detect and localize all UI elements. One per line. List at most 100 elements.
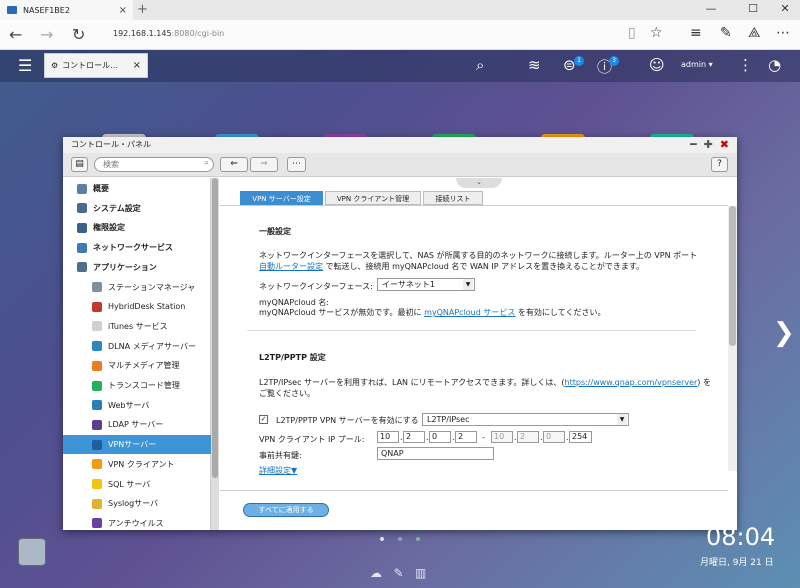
- options-icon[interactable]: ⋮: [738, 56, 753, 74]
- search-icon[interactable]: ⌕: [476, 56, 484, 74]
- all-apps-icon[interactable]: ⋯: [287, 157, 306, 172]
- myqnapcloud-service-link[interactable]: myQNAPcloud サービス: [424, 308, 515, 317]
- sidebar-item-icon: [77, 262, 87, 273]
- sidebar-toggle-icon[interactable]: ▤: [71, 157, 88, 172]
- next-page-arrow-icon[interactable]: ❯: [773, 318, 795, 348]
- sidebar-item[interactable]: Webサーバ: [63, 396, 211, 415]
- main-menu-icon[interactable]: ☰: [18, 56, 32, 75]
- maximize-button[interactable]: ☐: [738, 2, 768, 15]
- close-app-tab-icon[interactable]: ×: [133, 60, 141, 71]
- browser-tab[interactable]: NASEF1BE2 ×: [0, 0, 133, 20]
- sidebar-item[interactable]: VPNサーバー: [63, 435, 211, 455]
- notification-count-badge: 3: [609, 56, 619, 66]
- cloud-icon[interactable]: ☁: [370, 566, 382, 580]
- page-indicator-dot[interactable]: [416, 537, 420, 541]
- ip-pool-end-octet-4[interactable]: 254: [569, 431, 592, 443]
- sidebar-scrollbar[interactable]: [211, 178, 219, 530]
- collapse-toggle[interactable]: ⌄: [456, 178, 502, 188]
- ip-pool-start-octet-1[interactable]: 10: [377, 431, 399, 443]
- sidebar-item[interactable]: iTunes サービス: [63, 317, 211, 336]
- sidebar-item[interactable]: VPN クライアント: [63, 455, 211, 474]
- hub-icon[interactable]: ≡: [690, 25, 702, 41]
- dashboard-icon[interactable]: ◔: [768, 56, 781, 74]
- qnap-vpnserver-link[interactable]: https://www.qnap.com/vpnserver: [565, 378, 698, 387]
- page-indicator-dot[interactable]: [380, 537, 384, 541]
- apply-all-button[interactable]: すべてに適用する: [243, 503, 329, 517]
- book-icon[interactable]: ▥: [415, 566, 426, 580]
- user-menu[interactable]: admin ▾: [681, 60, 713, 69]
- tab-vpn-client-management[interactable]: VPN クライアント管理: [325, 191, 421, 205]
- sidebar-item-icon: [92, 518, 102, 529]
- minimize-window-icon[interactable]: ━: [690, 138, 697, 151]
- window-controls: ━ ✚ ✖: [690, 138, 729, 151]
- sidebar-item[interactable]: ネットワークサービス: [63, 238, 211, 257]
- close-tab-icon[interactable]: ×: [119, 5, 127, 16]
- sidebar-item-icon: [92, 498, 102, 509]
- sidebar-item-icon: [92, 439, 102, 450]
- content-scrollbar[interactable]: [728, 206, 737, 471]
- more-icon[interactable]: ⋯: [776, 25, 790, 41]
- nas-app-tab[interactable]: ⚙ コントロール… ×: [44, 53, 148, 78]
- sidebar-item[interactable]: アンチウイルス: [63, 514, 211, 533]
- close-window-icon[interactable]: ✖: [720, 138, 729, 151]
- sidebar-item-label: LDAP サーバー: [108, 420, 164, 430]
- back-icon[interactable]: ←: [9, 25, 22, 44]
- back-button[interactable]: ⇐: [220, 157, 248, 172]
- ip-pool-end-octet-2: 2: [517, 431, 539, 443]
- search-input[interactable]: 検索 ⌕: [94, 157, 214, 172]
- search-icon: ⌕: [204, 158, 209, 167]
- vpn-protocol-select[interactable]: L2TP/IPsec ▼: [422, 413, 629, 426]
- site-favicon-icon: [7, 6, 17, 14]
- help-button[interactable]: ?: [711, 157, 728, 172]
- sidebar-item[interactable]: 概要: [63, 179, 211, 198]
- web-note-icon[interactable]: ✎: [720, 25, 732, 41]
- auto-router-config-link[interactable]: 自動ルーター設定: [259, 262, 323, 271]
- forward-button[interactable]: ⇒: [250, 157, 278, 172]
- sidebar-item[interactable]: トランスコード管理: [63, 376, 211, 395]
- desktop-date: 月曜日, 9月 21 日: [700, 558, 774, 568]
- new-tab-button[interactable]: +: [137, 2, 148, 17]
- background-task-icon[interactable]: ≋: [528, 56, 541, 74]
- sidebar-item[interactable]: DLNA メディアサーバー: [63, 337, 211, 356]
- sidebar-item-label: Webサーバ: [108, 400, 150, 410]
- dock: ☁ ✎ ▥: [370, 566, 426, 580]
- share-icon[interactable]: ⟁: [748, 25, 761, 41]
- recycle-bin-icon[interactable]: [18, 538, 46, 566]
- minimize-button[interactable]: —: [696, 2, 726, 15]
- sidebar-item[interactable]: マルチメディア管理: [63, 356, 211, 375]
- sidebar-item-icon: [92, 380, 102, 391]
- sidebar-item-icon: [92, 459, 102, 470]
- reading-view-icon[interactable]: ▯: [628, 25, 636, 41]
- tab-vpn-server-settings[interactable]: VPN サーバー設定: [240, 191, 323, 205]
- sidebar-item[interactable]: ステーションマネージャ: [63, 278, 211, 297]
- main-content: ⌄ VPN サーバー設定 VPN クライアント管理 接続リスト 一般設定 ネット…: [220, 178, 737, 530]
- maximize-window-icon[interactable]: ✚: [704, 138, 713, 151]
- sidebar-item[interactable]: 権限設定: [63, 218, 211, 237]
- sidebar-item-icon: [77, 183, 87, 194]
- advanced-settings-link[interactable]: 詳細設定▼: [259, 465, 297, 476]
- url-field[interactable]: 192.168.1.145:8080/cgi-bin: [113, 29, 224, 38]
- user-icon[interactable]: ☺: [649, 56, 665, 74]
- ip-pool-start-octet-3[interactable]: 0: [429, 431, 451, 443]
- sidebar-item-label: iTunes サービス: [108, 321, 168, 331]
- favorite-star-icon[interactable]: ☆: [650, 25, 663, 41]
- ip-pool-start-octet-2[interactable]: 2: [403, 431, 425, 443]
- ip-pool-start-octet-4[interactable]: 2: [455, 431, 477, 443]
- window-close-button[interactable]: ✕: [770, 2, 800, 15]
- network-interface-label: ネットワークインターフェース:: [259, 282, 373, 291]
- sidebar-item[interactable]: LDAP サーバー: [63, 415, 211, 434]
- sidebar-item-icon: [77, 203, 87, 214]
- refresh-icon[interactable]: ↻: [72, 25, 85, 44]
- tab-connection-list[interactable]: 接続リスト: [423, 191, 483, 205]
- sidebar-item[interactable]: Syslogサーバ: [63, 494, 211, 513]
- network-interface-select[interactable]: イーサネット1 ▼: [377, 278, 475, 291]
- forward-icon[interactable]: →: [40, 25, 53, 44]
- sidebar-item[interactable]: システム設定: [63, 199, 211, 218]
- sidebar-item[interactable]: アプリケーション: [63, 258, 211, 277]
- page-indicator-dot[interactable]: [398, 537, 402, 541]
- sidebar-item[interactable]: SQL サーバ: [63, 475, 211, 494]
- psk-input[interactable]: QNAP: [377, 447, 494, 460]
- sidebar-item[interactable]: HybridDesk Station: [63, 297, 211, 316]
- enable-vpn-checkbox[interactable]: ✓: [259, 415, 268, 424]
- tools-icon[interactable]: ✎: [393, 566, 403, 580]
